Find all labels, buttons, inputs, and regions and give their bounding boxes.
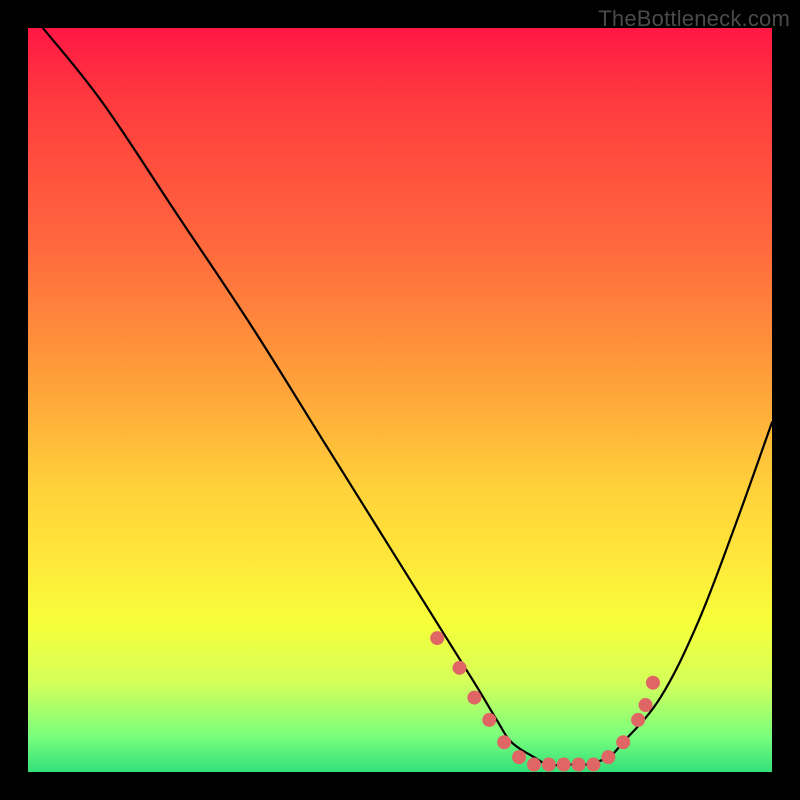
marker-group — [430, 631, 660, 771]
plot-area — [28, 28, 772, 772]
highlight-dot — [586, 758, 600, 772]
highlight-dot — [646, 676, 660, 690]
highlight-dot — [512, 750, 526, 764]
highlight-dot — [467, 691, 481, 705]
curve-svg — [28, 28, 772, 772]
highlight-dot — [572, 758, 586, 772]
highlight-dot — [601, 750, 615, 764]
highlight-dot — [527, 758, 541, 772]
highlight-dot — [631, 713, 645, 727]
chart-frame: TheBottleneck.com — [0, 0, 800, 800]
bottleneck-curve-path — [43, 28, 772, 765]
highlight-dot — [616, 735, 630, 749]
highlight-dot — [557, 758, 571, 772]
watermark-text: TheBottleneck.com — [598, 6, 790, 32]
highlight-dot — [482, 713, 496, 727]
highlight-dot — [639, 698, 653, 712]
highlight-dot — [430, 631, 444, 645]
highlight-dot — [497, 735, 511, 749]
highlight-dot — [542, 758, 556, 772]
highlight-dot — [453, 661, 467, 675]
